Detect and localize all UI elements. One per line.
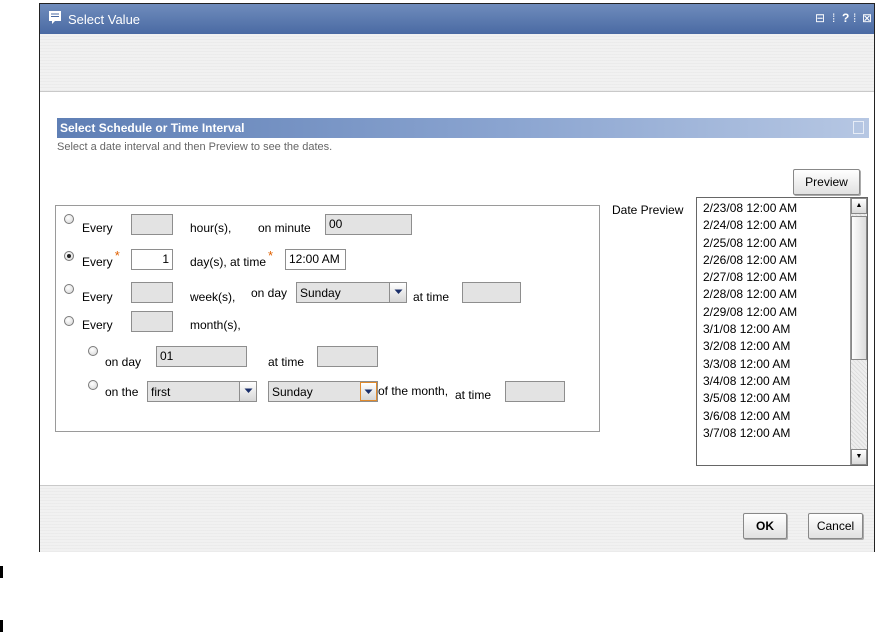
title-bar: Select Value ⊟ ⁞ ? ⁞ ⊠ [40,4,874,34]
date-preview-item[interactable]: 3/7/08 12:00 AM [703,425,797,442]
week-time-input[interactable] [462,282,521,303]
every-hours-radio[interactable] [64,214,74,224]
of-the-month-label: of the month, [378,384,449,398]
separator-icon: ⁞ [853,11,857,25]
on-minute-label: on minute [258,221,311,235]
section-title: Select Schedule or Time Interval [60,121,245,135]
date-preview-item[interactable]: 2/23/08 12:00 AM [703,200,797,217]
on-day-label: on day [105,355,142,369]
date-preview-item[interactable]: 2/27/08 12:00 AM [703,269,797,286]
section-description: Select a date interval and then Preview … [57,141,333,153]
days-unit-label: day(s), at time * [190,248,274,269]
schedule-options: Every hour(s), on minute 00 Every * 1 day… [55,205,600,432]
page-marker [0,620,3,632]
chevron-down-icon[interactable] [389,283,406,302]
on-day-radio[interactable] [88,346,98,356]
date-preview-item[interactable]: 2/24/08 12:00 AM [703,217,797,234]
every-weeks-radio[interactable] [64,284,74,294]
chevron-down-icon[interactable] [239,382,256,401]
every-label: Every * [82,248,120,269]
weeks-input[interactable] [131,282,173,303]
dialog-icon [49,11,61,24]
month-day-input[interactable]: 01 [156,346,247,367]
close-icon[interactable]: ⊠ [862,11,872,25]
every-months-radio[interactable] [64,316,74,326]
section-header: Select Schedule or Time Interval [57,118,869,138]
day-time-input[interactable]: 12:00 AM [285,249,346,270]
every-label: Every [82,318,113,332]
page-marker [0,566,3,578]
help-icon[interactable]: ? [842,11,849,25]
weekday-select[interactable]: Sunday [296,282,407,303]
separator-icon: ⁞ [832,11,836,25]
every-label: Every [82,221,113,235]
hours-unit-label: hour(s), [190,221,232,235]
preview-button[interactable]: Preview [793,169,860,195]
required-marker: * [114,248,120,263]
months-unit-label: month(s), [190,318,241,332]
date-preview-item[interactable]: 3/4/08 12:00 AM [703,373,797,390]
toolbar-band [40,34,874,92]
on-the-radio[interactable] [88,380,98,390]
month-ordinal-time-input[interactable] [505,381,565,402]
date-preview-item[interactable]: 3/5/08 12:00 AM [703,390,797,407]
ordinal-select[interactable]: first [147,381,257,402]
days-input[interactable]: 1 [131,249,173,270]
date-preview-item[interactable]: 2/28/08 12:00 AM [703,286,797,303]
date-preview-item[interactable]: 3/2/08 12:00 AM [703,338,797,355]
required-marker: * [268,248,274,263]
ok-button[interactable]: OK [743,513,787,539]
hours-input[interactable] [131,214,173,235]
on-the-label: on the [105,385,139,399]
minute-input[interactable]: 00 [325,214,412,235]
on-day-label: on day [251,286,288,300]
select-value-dialog: Select Value ⊟ ⁞ ? ⁞ ⊠ Select Schedule o… [39,3,875,552]
date-preview-list[interactable]: 2/23/08 12:00 AM 2/24/08 12:00 AM 2/25/08 … [696,197,868,466]
window-title: Select Value [68,12,141,27]
weeks-unit-label: week(s), [190,290,236,304]
cancel-button[interactable]: Cancel [808,513,863,539]
every-label: Every [82,290,113,304]
date-preview-item[interactable]: 3/1/08 12:00 AM [703,321,797,338]
ordinal-select-value: first [151,385,171,399]
month-weekday-select-value: Sunday [272,385,313,399]
at-time-label: at time [455,388,492,402]
months-input[interactable] [131,311,173,332]
date-preview-items: 2/23/08 12:00 AM 2/24/08 12:00 AM 2/25/08 … [703,200,797,442]
minimize-icon[interactable]: ⊟ [815,11,825,25]
footer-band: OK Cancel [40,485,874,552]
date-preview-label: Date Preview [612,203,684,217]
month-weekday-select[interactable]: Sunday [268,381,378,402]
month-day-time-input[interactable] [317,346,378,367]
weekday-select-value: Sunday [300,286,341,300]
every-days-radio[interactable] [64,251,74,261]
date-preview-item[interactable]: 2/25/08 12:00 AM [703,235,797,252]
date-preview-item[interactable]: 3/3/08 12:00 AM [703,356,797,373]
at-time-label: at time [268,355,305,369]
collapse-icon[interactable] [853,121,864,134]
scrollbar-thumb[interactable] [851,216,867,360]
date-preview-item[interactable]: 2/29/08 12:00 AM [703,304,797,321]
at-time-label: at time [413,290,450,304]
scroll-up-icon[interactable]: ▲ [851,198,867,214]
vertical-scrollbar[interactable]: ▲ ▼ [850,198,867,465]
chevron-down-icon[interactable] [360,382,377,401]
date-preview-item[interactable]: 3/6/08 12:00 AM [703,408,797,425]
scroll-down-icon[interactable]: ▼ [851,449,867,465]
date-preview-item[interactable]: 2/26/08 12:00 AM [703,252,797,269]
